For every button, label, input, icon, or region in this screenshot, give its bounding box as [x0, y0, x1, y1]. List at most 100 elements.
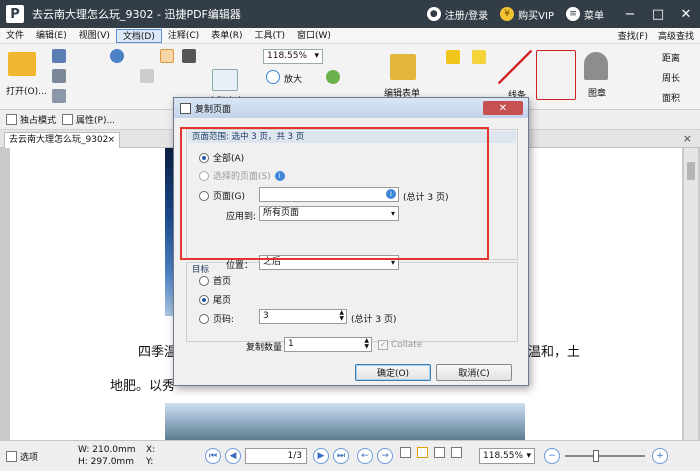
menu-form[interactable]: 表单(R) — [205, 29, 248, 43]
scroll-thumb[interactable] — [687, 162, 695, 180]
stamp-label[interactable]: 图章 — [588, 86, 606, 99]
vertical-scrollbar[interactable] — [684, 148, 698, 440]
menu-comment[interactable]: 注释(C) — [162, 29, 205, 43]
vip-label: 购买VIP — [518, 10, 554, 22]
shape-tools-icon[interactable] — [536, 50, 576, 100]
zoom-slider[interactable] — [565, 450, 645, 462]
cursor-x-readout: X: — [146, 445, 156, 455]
dialog-app-icon — [180, 102, 191, 114]
page-total: /3 — [293, 451, 302, 461]
radio-first-page[interactable]: 首页 — [199, 274, 231, 287]
rotate-icon[interactable] — [326, 70, 340, 84]
advanced-find-link[interactable]: 高级查找 — [658, 29, 694, 42]
single-page-icon[interactable] — [400, 447, 411, 458]
page-height-readout: H: 297.0mm — [78, 457, 134, 467]
distance-tool[interactable]: 距离 — [662, 51, 680, 64]
text-select-icon[interactable] — [140, 69, 154, 83]
select-mode[interactable]: 选项 — [6, 450, 38, 463]
exclusive-mode-button[interactable]: 独占模式 — [6, 113, 56, 126]
undo-icon[interactable] — [110, 49, 124, 63]
stamp-icon[interactable] — [584, 52, 608, 80]
prev-page-button[interactable]: ◀ — [225, 448, 241, 464]
buy-vip-link[interactable]: ¥ 购买VIP — [500, 7, 554, 22]
area-tool[interactable]: 面积 — [662, 91, 680, 104]
edit-form-icon[interactable] — [390, 54, 416, 80]
open-folder-icon[interactable] — [8, 52, 36, 76]
save-icon[interactable] — [52, 49, 66, 63]
text-tool-icon[interactable] — [446, 50, 460, 64]
radio-page-number[interactable]: 页码: — [199, 312, 234, 325]
email-icon[interactable] — [52, 89, 66, 103]
dialog-title-bar[interactable]: 复制页面 ✕ — [174, 98, 528, 118]
ribbon-zoom-select[interactable]: 118.55% ▾ — [263, 49, 323, 64]
forward-button[interactable]: → — [377, 448, 393, 464]
window-title: 去云南大理怎么玩_9302 - 迅捷PDF编辑器 — [32, 8, 241, 21]
menu-label: 菜单 — [584, 10, 604, 22]
radio-first-label: 首页 — [213, 277, 232, 287]
radio-pagenum-label: 页码: — [213, 315, 235, 325]
first-page-icon: ⏮ — [205, 448, 221, 464]
facing-page-icon[interactable] — [434, 447, 445, 458]
page-number-input[interactable]: 1/3 — [245, 448, 307, 464]
page-number-spinner[interactable]: 3 ▲ ▼ — [259, 309, 347, 324]
menu-window[interactable]: 窗口(W) — [291, 29, 337, 43]
page-width-readout: W: 210.0mm — [78, 445, 136, 455]
next-page-button[interactable]: ▶ — [313, 448, 329, 464]
maximize-button[interactable]: □ — [644, 0, 672, 28]
copies-spinner[interactable]: 1 ▲ ▼ — [284, 337, 372, 352]
minimize-button[interactable]: − — [616, 0, 644, 28]
zoom-slider-handle[interactable] — [593, 450, 599, 462]
spin-arrows-icon[interactable]: ▲ ▼ — [364, 338, 369, 350]
view-mode-buttons[interactable] — [400, 447, 465, 458]
menu-file[interactable]: 文件 — [0, 29, 30, 43]
back-button[interactable]: ← — [357, 448, 373, 464]
app-logo-icon: P — [6, 5, 24, 23]
login-link[interactable]: ● 注册/登录 — [426, 7, 488, 22]
status-zoom-select[interactable]: 118.55% ▾ — [479, 448, 535, 464]
last-page-icon: ⏭ — [333, 448, 349, 464]
menu-edit[interactable]: 编辑(E) — [30, 29, 73, 43]
target-group: 目标 — [186, 262, 518, 342]
exclusive-mode-label: 独占模式 — [20, 116, 57, 126]
spin-arrows-icon[interactable]: ▲ ▼ — [339, 310, 344, 322]
cursor-y-readout: Y: — [146, 457, 154, 467]
find-link[interactable]: 查找(F) — [618, 29, 648, 42]
last-page-button[interactable]: ⏭ — [333, 448, 349, 464]
continuous-page-icon[interactable] — [417, 447, 428, 458]
zoom-in-label[interactable]: 放大 — [284, 72, 302, 85]
print-icon[interactable] — [52, 69, 66, 83]
zoom-out-icon: − — [544, 448, 560, 464]
zoom-in-icon[interactable] — [266, 70, 280, 84]
close-all-tabs-button[interactable]: × — [683, 132, 692, 145]
menu-document[interactable]: 文档(D) — [115, 28, 162, 43]
zoom-in-button[interactable]: + — [652, 448, 668, 464]
line-tool-icon[interactable] — [498, 50, 532, 84]
perimeter-tool[interactable]: 周长 — [662, 71, 680, 84]
cancel-button[interactable]: 取消(C) — [436, 364, 512, 381]
user-icon: ● — [426, 7, 441, 21]
document-tab[interactable]: 去云南大理怎么玩_9302 × — [4, 132, 120, 148]
tab-close-icon[interactable]: × — [107, 133, 115, 147]
open-label[interactable]: 打开(O)... — [6, 84, 47, 97]
body-text-line1-right: 温和，土 — [528, 345, 581, 360]
hand-tool-icon[interactable] — [160, 49, 174, 63]
menu-view[interactable]: 视图(V) — [73, 29, 116, 43]
radio-first-dot — [199, 275, 209, 286]
radio-last-page[interactable]: 尾页 — [199, 293, 231, 306]
collate-checkbox[interactable]: ✓ Collate — [378, 340, 422, 350]
next-page-icon: ▶ — [313, 448, 329, 464]
actual-size-icon[interactable] — [212, 69, 238, 91]
continuous-facing-icon[interactable] — [451, 447, 462, 458]
note-icon[interactable] — [472, 50, 486, 64]
document-tab-label: 去云南大理怎么玩_9302 — [9, 135, 109, 145]
properties-button[interactable]: 属性(P)... — [62, 113, 115, 126]
body-text-line2: 地肥。以秀 — [110, 379, 176, 394]
menu-tools[interactable]: 工具(T) — [248, 29, 291, 43]
camera-icon[interactable] — [182, 49, 196, 63]
main-menu-button[interactable]: ≡ 菜单 — [566, 7, 604, 22]
dialog-close-button[interactable]: ✕ — [483, 101, 523, 115]
zoom-out-button[interactable]: − — [544, 448, 560, 464]
close-window-button[interactable]: ✕ — [672, 0, 700, 28]
first-page-button[interactable]: ⏮ — [205, 448, 221, 464]
ok-button[interactable]: 确定(O) — [355, 364, 431, 381]
